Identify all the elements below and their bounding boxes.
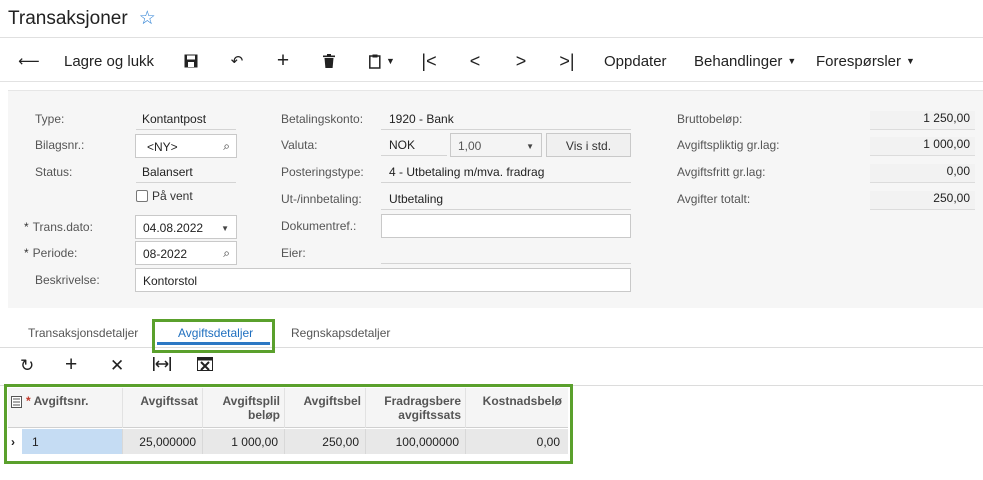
last-record-icon[interactable]: >| [556, 40, 578, 82]
grid-toolbar: ↻ + ✕ [0, 348, 983, 386]
chevron-down-icon[interactable]: ▼ [526, 142, 534, 151]
ref-number-value: <NY> [147, 140, 178, 154]
refresh-button[interactable]: Oppdater [604, 40, 667, 82]
search-icon[interactable]: ⌕ [223, 246, 230, 261]
save-close-button[interactable]: Lagre og lukk [64, 40, 154, 82]
disbursement-value: Utbetaling [389, 192, 444, 206]
currency-rate-input[interactable]: 1,00 ▼ [450, 133, 542, 157]
on-hold-label: På vent [152, 189, 193, 203]
ref-label: Bilagsnr.: [35, 138, 85, 152]
period-value: 08-2022 [143, 247, 188, 261]
taxable-amount-label: Avgiftspliktig gr.lag: [677, 138, 780, 152]
tab-transaction-details[interactable]: Transaksjonsdetaljer [28, 326, 138, 340]
divider [381, 155, 447, 156]
star-icon[interactable]: ☆ [139, 9, 156, 28]
status-value: Balansert [142, 165, 193, 179]
exempt-amount-value: 0,00 [870, 164, 975, 183]
add-row-icon[interactable]: + [65, 353, 77, 377]
divider [381, 129, 631, 130]
refresh-icon[interactable]: ↻ [20, 356, 34, 376]
delete-row-icon[interactable]: ✕ [110, 356, 124, 376]
currency-value: NOK [389, 138, 416, 152]
search-icon[interactable]: ⌕ [223, 139, 230, 154]
tax-total-value: 250,00 [870, 191, 975, 210]
period-label: * Periode: [24, 246, 78, 260]
document-ref-input[interactable] [381, 214, 631, 238]
taxable-amount-value: 1 000,00 [870, 137, 975, 156]
divider [381, 182, 631, 183]
divider [136, 182, 236, 183]
date-value: 04.08.2022 [143, 221, 204, 235]
type-label: Type: [35, 112, 65, 126]
description-value: Kontorstol [143, 274, 198, 288]
inquiries-label: Forespørsler [816, 52, 902, 70]
period-input[interactable]: 08-2022 ⌕ [135, 241, 237, 265]
chevron-down-icon: ▼ [906, 56, 915, 66]
ref-number-input[interactable]: <NY> ⌕ [135, 134, 237, 158]
description-input[interactable]: Kontorstol [135, 268, 631, 292]
entry-type-label: Posteringstype: [281, 165, 364, 179]
chevron-down-icon[interactable]: ▼ [221, 224, 229, 233]
clipboard-icon[interactable]: ▼ [364, 40, 400, 82]
document-ref-label: Dokumentref.: [281, 219, 357, 233]
export-excel-icon[interactable] [197, 356, 213, 376]
entry-type-value: 4 - Utbetaling m/mva. fradrag [389, 165, 545, 179]
date-label-text: Trans.dato: [32, 220, 93, 234]
actions-label: Behandlinger [694, 52, 783, 70]
description-label: Beskrivelse: [35, 273, 100, 287]
undo-icon[interactable]: ↶ [226, 40, 248, 82]
actions-menu[interactable]: Behandlinger ▼ [694, 40, 796, 82]
first-record-icon[interactable]: |< [418, 40, 440, 82]
highlight-box-grid [4, 384, 573, 464]
exempt-amount-label: Avgiftsfritt gr.lag: [677, 165, 766, 179]
title-bar: Transaksjoner ☆ [0, 0, 983, 38]
tax-total-label: Avgifter totalt: [677, 192, 751, 206]
divider [381, 209, 631, 210]
next-record-icon[interactable]: > [510, 40, 532, 82]
divider [381, 263, 631, 264]
gross-amount-value: 1 250,00 [870, 111, 975, 130]
disbursement-label: Ut-/innbetaling: [281, 192, 362, 206]
main-toolbar: ⟵ Lagre og lukk ↶ + ▼ |< < > >| Oppdater… [0, 40, 983, 82]
add-icon[interactable]: + [272, 40, 294, 82]
period-label-text: Periode: [32, 246, 78, 260]
delete-icon[interactable] [318, 40, 340, 82]
currency-label: Valuta: [281, 138, 318, 152]
previous-record-icon[interactable]: < [464, 40, 486, 82]
tab-bar: Transaksjonsdetaljer Avgiftsdetaljer Reg… [0, 318, 983, 348]
summary-form: Type: Kontantpost Bilagsnr.: <NY> ⌕ Stat… [8, 90, 983, 308]
type-value: Kontantpost [142, 112, 207, 126]
date-input[interactable]: 04.08.2022 ▼ [135, 215, 237, 239]
view-base-button[interactable]: Vis i std. [546, 133, 631, 157]
chevron-down-icon: ▼ [787, 56, 797, 66]
status-label: Status: [35, 165, 73, 179]
gross-amount-label: Bruttobeløp: [677, 112, 743, 126]
inquiries-menu[interactable]: Forespørsler ▼ [816, 40, 915, 82]
save-icon[interactable] [180, 40, 202, 82]
back-arrow-icon[interactable]: ⟵ [18, 40, 40, 82]
date-label: * Trans.dato: [24, 220, 93, 234]
owner-label: Eier: [281, 246, 306, 260]
cash-account-label: Betalingskonto: [281, 112, 364, 126]
cash-account-value: 1920 - Bank [389, 112, 454, 126]
tab-financial-details[interactable]: Regnskapsdetaljer [291, 326, 390, 340]
fit-columns-icon[interactable] [153, 356, 171, 376]
on-hold-checkbox[interactable] [136, 190, 148, 202]
divider [136, 129, 236, 130]
page-title: Transaksjoner [8, 7, 128, 29]
currency-rate-value: 1,00 [458, 139, 482, 153]
